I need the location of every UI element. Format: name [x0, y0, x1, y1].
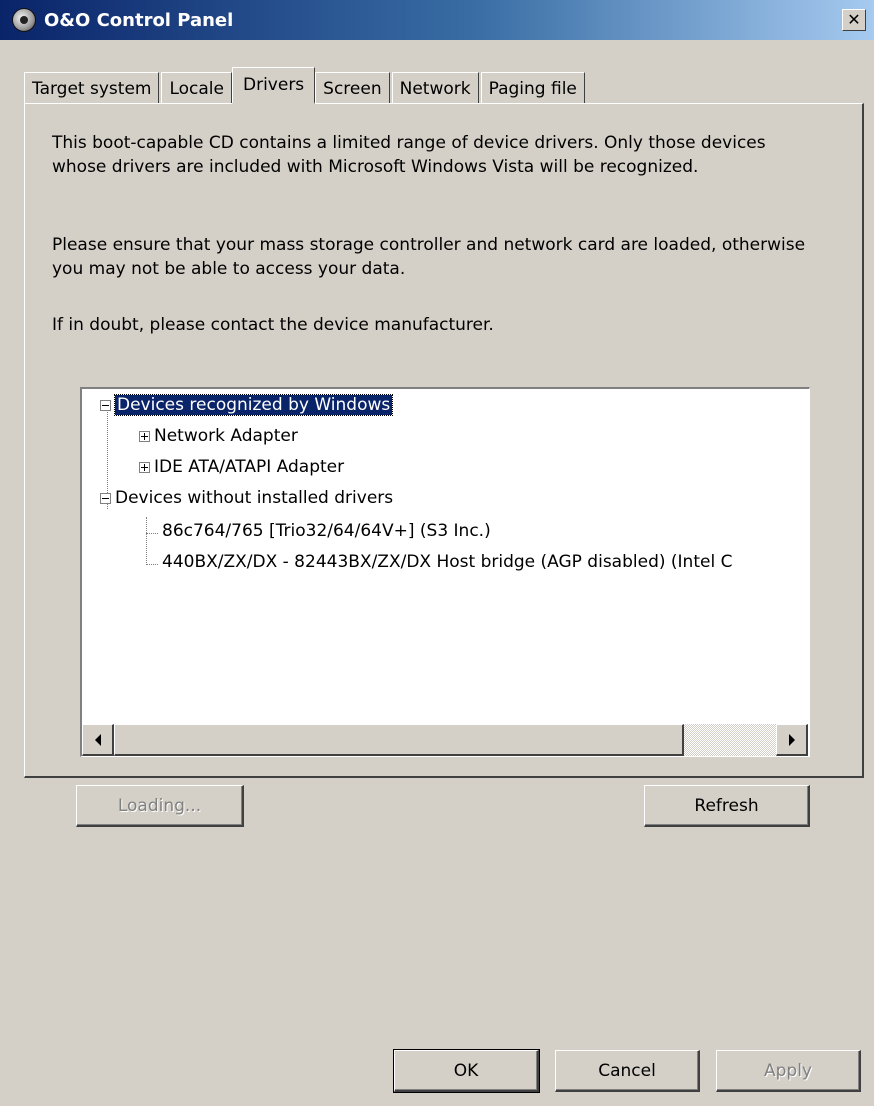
- expand-icon[interactable]: [139, 430, 150, 442]
- tab-paging-file[interactable]: Paging file: [480, 72, 585, 104]
- loading-button[interactable]: Loading...: [76, 785, 244, 827]
- scrollbar-track[interactable]: [114, 724, 776, 756]
- tab-drivers[interactable]: Drivers: [232, 67, 316, 104]
- tree-node-network-adapter[interactable]: Network Adapter: [139, 422, 298, 450]
- window-title: O&O Control Panel: [44, 9, 234, 31]
- tab-locale[interactable]: Locale: [161, 72, 232, 104]
- tree-node-label: Devices recognized by Windows: [113, 394, 394, 416]
- tree-node-label: Devices without installed drivers: [115, 488, 394, 508]
- tree-node-label: 440BX/ZX/DX - 82443BX/ZX/DX Host bridge …: [162, 552, 733, 572]
- close-icon: ✕: [847, 10, 861, 29]
- ensure-paragraph: Please ensure that your mass storage con…: [52, 235, 806, 279]
- scroll-left-icon: [94, 733, 101, 746]
- collapse-icon[interactable]: [100, 399, 111, 411]
- tree-node-s3-trio[interactable]: 86c764/765 [Trio32/64/64V+] (S3 Inc.): [162, 517, 491, 545]
- tab-strip: Target system Locale Drivers Screen Netw…: [24, 67, 587, 104]
- tree-node-label: 86c764/765 [Trio32/64/64V+] (S3 Inc.): [162, 521, 491, 541]
- tree-node-label: IDE ATA/ATAPI Adapter: [154, 457, 345, 477]
- tab-target-system[interactable]: Target system: [24, 72, 160, 104]
- tree-node-ide-adapter[interactable]: IDE ATA/ATAPI Adapter: [139, 453, 344, 481]
- collapse-icon[interactable]: [100, 492, 111, 504]
- title-bar: O&O Control Panel ✕: [0, 0, 874, 40]
- intro-paragraph: This boot-capable CD contains a limited …: [52, 133, 766, 177]
- scrollbar-thumb[interactable]: [114, 724, 684, 756]
- apply-button[interactable]: Apply: [716, 1050, 861, 1092]
- tree-node-recognized[interactable]: Devices recognized by Windows: [100, 391, 394, 419]
- expand-icon[interactable]: [139, 461, 150, 473]
- doubt-paragraph: If in doubt, please contact the device m…: [52, 315, 494, 335]
- refresh-button[interactable]: Refresh: [644, 785, 810, 827]
- cancel-button[interactable]: Cancel: [555, 1050, 700, 1092]
- tab-screen[interactable]: Screen: [315, 72, 390, 104]
- app-icon: [12, 8, 36, 32]
- tree-node-unrecognized[interactable]: Devices without installed drivers: [100, 484, 393, 512]
- drivers-tab-panel: This boot-capable CD contains a limited …: [24, 103, 864, 827]
- tab-network[interactable]: Network: [391, 72, 479, 104]
- ok-button[interactable]: OK: [393, 1049, 540, 1093]
- close-button[interactable]: ✕: [842, 9, 866, 31]
- scroll-right-icon: [788, 733, 795, 746]
- tree-node-label: Network Adapter: [154, 426, 298, 446]
- scroll-right-button[interactable]: [776, 724, 808, 756]
- device-tree[interactable]: Devices recognized by Windows Network Ad…: [80, 387, 810, 757]
- tree-node-host-bridge[interactable]: 440BX/ZX/DX - 82443BX/ZX/DX Host bridge …: [162, 548, 732, 576]
- horizontal-scrollbar[interactable]: [82, 724, 808, 756]
- scroll-left-button[interactable]: [82, 724, 114, 756]
